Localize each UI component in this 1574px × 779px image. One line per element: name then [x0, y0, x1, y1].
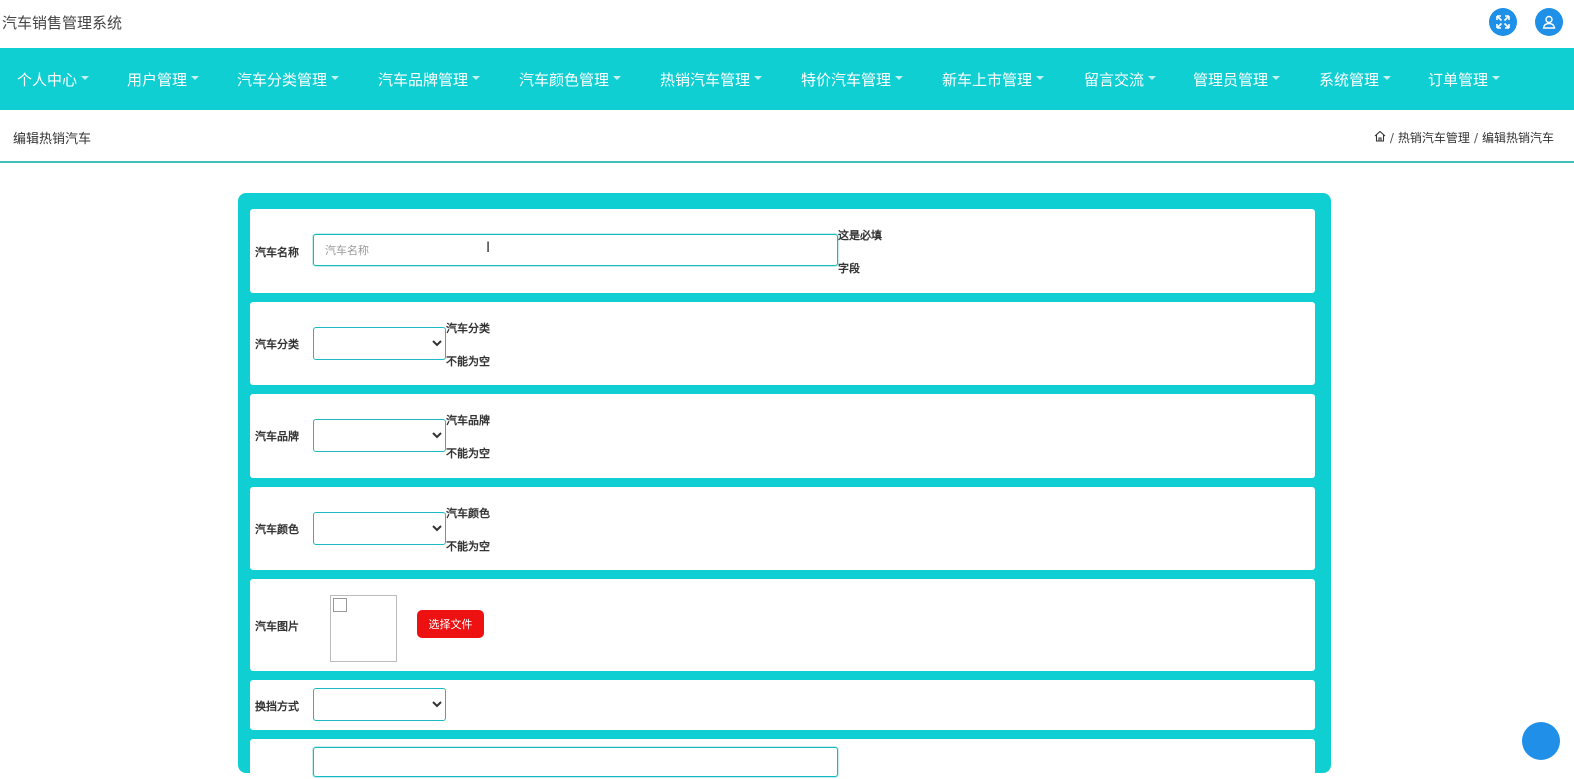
caret-down-icon: [191, 75, 200, 80]
image-label: 汽车图片: [255, 620, 299, 633]
form-row-next: [250, 739, 1315, 779]
image-preview: [330, 595, 397, 662]
caret-down-icon: [81, 75, 90, 80]
breadcrumb-separator: /: [1389, 130, 1394, 145]
form-row-color: 汽车颜色 汽车颜色 不能为空: [250, 487, 1315, 570]
nav-item-admin-management[interactable]: 管理员管理: [1193, 69, 1281, 90]
brand-hint-line2: 不能为空: [446, 447, 490, 460]
form-row-category: 汽车分类 汽车分类 不能为空: [250, 302, 1315, 385]
caret-down-icon: [1492, 75, 1501, 80]
form-row-brand: 汽车品牌 汽车品牌 不能为空: [250, 394, 1315, 478]
expand-icon[interactable]: [1489, 8, 1517, 36]
caret-down-icon: [472, 75, 481, 80]
caret-down-icon: [1148, 75, 1157, 80]
gearbox-select[interactable]: [313, 688, 446, 721]
caret-down-icon: [331, 75, 340, 80]
nav-label: 个人中心: [17, 71, 78, 89]
nav-item-category-management[interactable]: 汽车分类管理: [237, 69, 340, 90]
color-hint-line2: 不能为空: [446, 540, 490, 553]
car-name-input[interactable]: [313, 234, 838, 266]
nav-label: 汽车颜色管理: [519, 71, 610, 89]
form-row-car-name: 汽车名称 这是必填 字段: [250, 209, 1315, 293]
nav-label: 特价汽车管理: [801, 71, 892, 89]
nav-item-brand-management[interactable]: 汽车品牌管理: [378, 69, 481, 90]
nav-item-hot-cars-management[interactable]: 热销汽车管理: [660, 69, 763, 90]
choose-file-button[interactable]: 选择文件: [417, 610, 484, 638]
category-select[interactable]: [313, 327, 446, 360]
caret-down-icon: [895, 75, 904, 80]
caret-down-icon: [1036, 75, 1045, 80]
nav-item-color-management[interactable]: 汽车颜色管理: [519, 69, 622, 90]
top-bar: 汽车销售管理系统: [0, 0, 1574, 48]
color-label: 汽车颜色: [255, 523, 299, 536]
app-title: 汽车销售管理系统: [2, 14, 123, 32]
edit-form: 汽车名称 这是必填 字段 汽车分类 汽车分类 不能为空 汽车品牌 汽车品牌 不能…: [238, 193, 1331, 779]
caret-down-icon: [613, 75, 622, 80]
gearbox-label: 换挡方式: [255, 700, 299, 713]
breadcrumb-separator: /: [1473, 130, 1478, 145]
nav-label: 订单管理: [1428, 71, 1489, 89]
caret-down-icon: [754, 75, 763, 80]
form-row-image: 汽车图片 选择文件: [250, 579, 1315, 671]
nav-item-system-management[interactable]: 系统管理: [1319, 69, 1392, 90]
breadcrumb-item-current: 编辑热销汽车: [1481, 131, 1554, 145]
category-hint-line1: 汽车分类: [446, 322, 490, 335]
nav-label: 热销汽车管理: [660, 71, 751, 89]
brand-select[interactable]: [313, 419, 446, 452]
nav-label: 新车上市管理: [942, 71, 1033, 89]
page-header: 编辑热销汽车 / 热销汽车管理 / 编辑热销汽车: [0, 110, 1574, 163]
color-hint-line1: 汽车颜色: [446, 507, 490, 520]
breadcrumb: / 热销汽车管理 / 编辑热销汽车: [1374, 129, 1554, 146]
nav-item-user-management[interactable]: 用户管理: [127, 69, 200, 90]
page-title: 编辑热销汽车: [13, 132, 92, 147]
home-icon[interactable]: [1374, 130, 1386, 145]
color-select[interactable]: [313, 512, 446, 545]
main-nav: 个人中心 用户管理 汽车分类管理 汽车品牌管理 汽车颜色管理 热销汽车管理 特价…: [0, 48, 1574, 110]
nav-item-new-cars-management[interactable]: 新车上市管理: [942, 69, 1045, 90]
caret-down-icon: [1383, 75, 1392, 80]
breadcrumb-item-hot-cars[interactable]: 热销汽车管理: [1398, 129, 1470, 146]
caret-down-icon: [1272, 75, 1281, 80]
car-name-label: 汽车名称: [255, 246, 299, 259]
nav-label: 汽车品牌管理: [378, 71, 469, 89]
text-cursor-icon: I: [486, 240, 491, 256]
category-hint-line2: 不能为空: [446, 355, 490, 368]
user-icon[interactable]: [1535, 8, 1563, 36]
nav-item-order-management[interactable]: 订单管理: [1428, 69, 1501, 90]
nav-item-personal-center[interactable]: 个人中心: [17, 69, 90, 90]
nav-label: 系统管理: [1319, 71, 1380, 89]
category-label: 汽车分类: [255, 338, 299, 351]
nav-label: 管理员管理: [1193, 71, 1269, 89]
car-name-hint-line1: 这是必填: [838, 229, 882, 242]
nav-item-special-cars-management[interactable]: 特价汽车管理: [801, 69, 904, 90]
brand-label: 汽车品牌: [255, 430, 299, 443]
nav-label: 用户管理: [127, 71, 188, 89]
car-name-hint-line2: 字段: [838, 262, 860, 275]
next-field-input[interactable]: [313, 747, 838, 777]
brand-hint-line1: 汽车品牌: [446, 414, 490, 427]
broken-image-icon: [333, 598, 347, 612]
nav-label: 留言交流: [1084, 71, 1145, 89]
nav-label: 汽车分类管理: [237, 71, 328, 89]
floating-action-button[interactable]: [1522, 722, 1560, 760]
form-row-gearbox: 换挡方式: [250, 680, 1315, 730]
nav-item-messages[interactable]: 留言交流: [1084, 69, 1157, 90]
